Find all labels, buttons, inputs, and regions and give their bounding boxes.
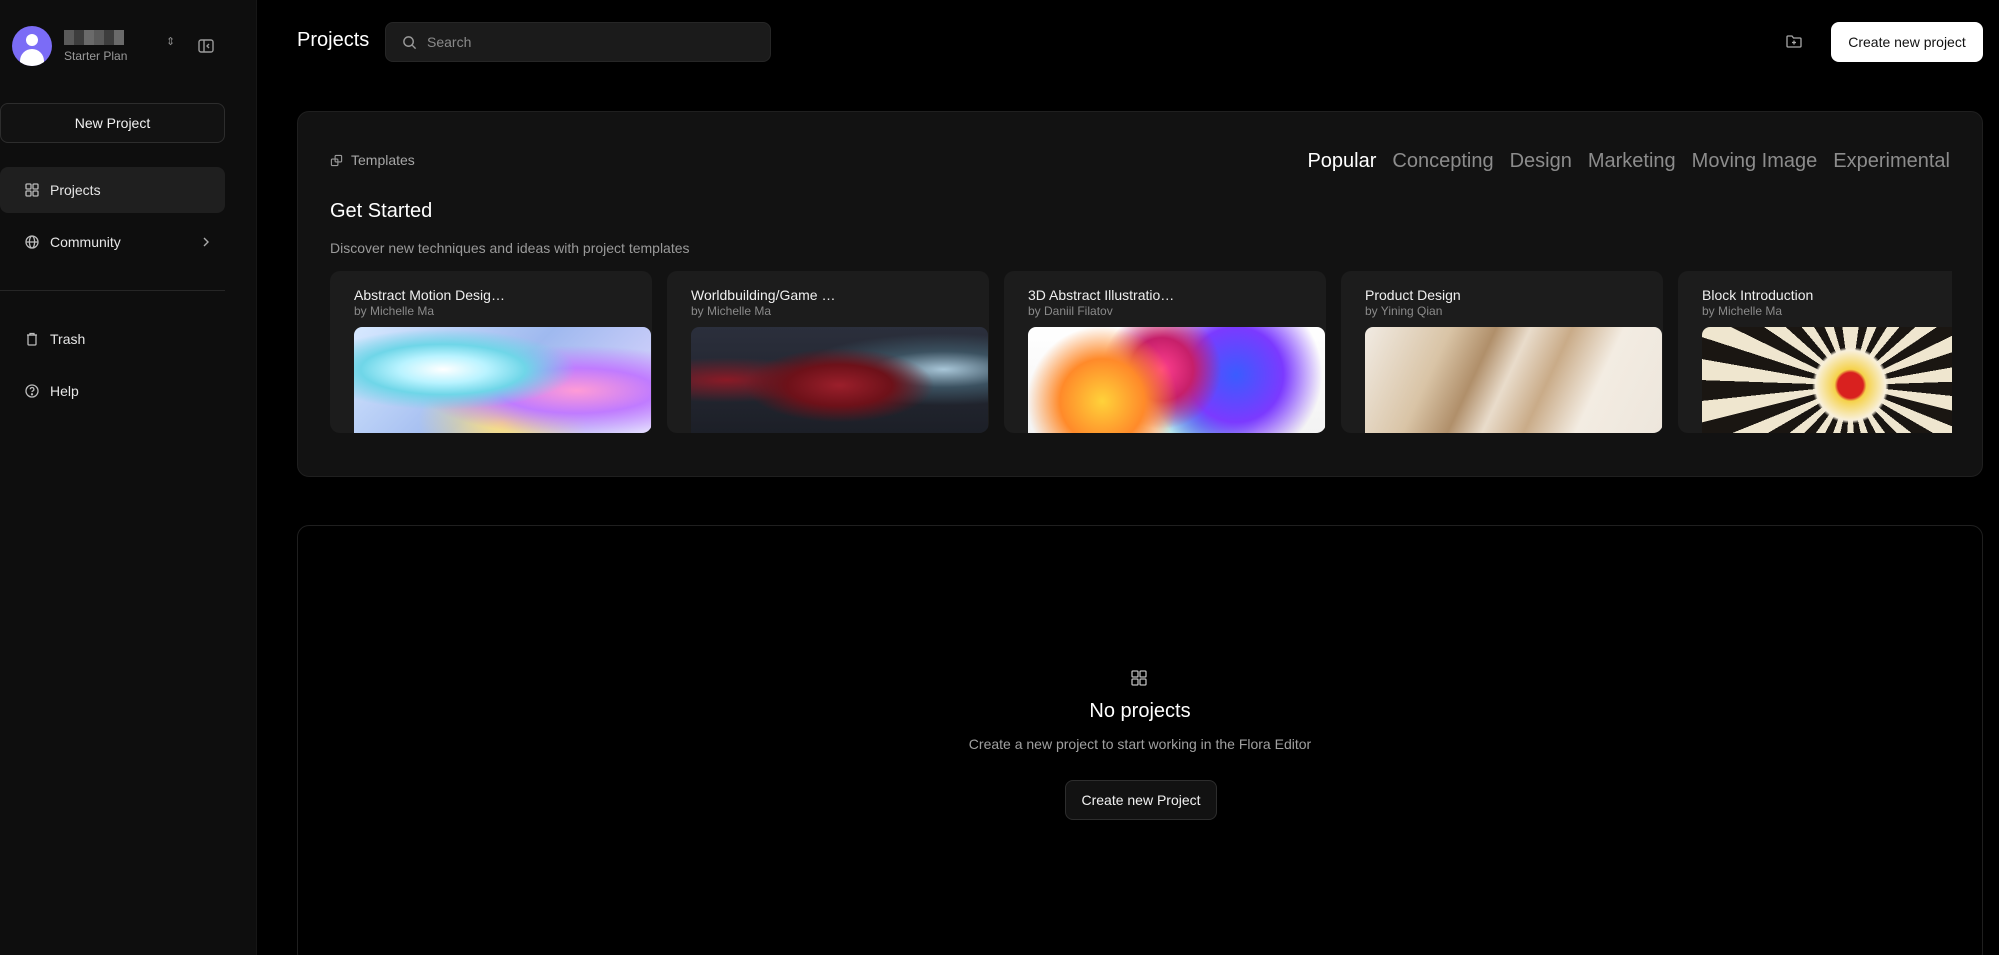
search-bar[interactable] (385, 22, 771, 62)
trash-icon (27, 332, 37, 346)
template-thumbnail (1365, 327, 1662, 433)
tab-concepting[interactable]: Concepting (1392, 150, 1493, 173)
template-card-title: Product Design (1365, 287, 1461, 303)
tab-marketing[interactable]: Marketing (1588, 150, 1676, 173)
sidebar-item-projects[interactable]: Projects (0, 167, 225, 213)
sidebar-divider (0, 290, 225, 291)
help-circle-icon (25, 384, 39, 398)
sidebar-item-label: Projects (50, 182, 101, 198)
tab-popular[interactable]: Popular (1307, 150, 1376, 173)
globe-icon (25, 235, 39, 249)
template-thumbnail (354, 327, 651, 433)
section-heading: Get Started (330, 200, 433, 222)
account-plan: Starter Plan (64, 48, 128, 63)
create-new-project-button[interactable]: Create new project (1831, 22, 1983, 62)
templates-icon (330, 154, 343, 166)
create-new-project-empty-button[interactable]: Create new Project (1065, 780, 1217, 820)
template-card-title: Block Introduction (1702, 287, 1814, 303)
projects-empty-state: No projects Create a new project to star… (297, 525, 1983, 955)
template-card-title: 3D Abstract Illustratio… (1028, 287, 1175, 303)
chevron-updown-icon[interactable]: ⇕ (166, 35, 175, 48)
search-icon (403, 35, 417, 49)
new-project-button[interactable]: New Project (0, 103, 225, 143)
template-card-author: by Michelle Ma (691, 304, 772, 318)
template-card-list: Abstract Motion Desig… by Michelle Ma Wo… (330, 271, 1952, 433)
grid-icon (1131, 670, 1147, 686)
sidebar-item-help[interactable]: Help (0, 368, 225, 414)
account-switcher[interactable]: Starter Plan ⇕ (12, 25, 247, 67)
new-folder-icon[interactable] (1785, 32, 1803, 50)
page-title: Projects (297, 29, 370, 51)
tab-design[interactable]: Design (1510, 150, 1572, 173)
sidebar: Starter Plan ⇕ New Project Projects Comm… (0, 0, 257, 955)
template-card-author: by Daniil Filatov (1028, 304, 1113, 318)
template-thumbnail (1702, 327, 1952, 433)
tab-experimental[interactable]: Experimental (1833, 150, 1950, 173)
sidebar-item-community[interactable]: Community (0, 219, 225, 265)
sidebar-item-label: Help (50, 383, 79, 399)
templates-panel: Templates Popular Concepting Design Mark… (297, 111, 1983, 477)
template-card-author: by Michelle Ma (1702, 304, 1783, 318)
template-thumbnail (1028, 327, 1325, 433)
templates-label: Templates (330, 152, 415, 168)
template-card[interactable]: Abstract Motion Desig… by Michelle Ma (330, 271, 652, 433)
sidebar-item-label: Trash (50, 331, 86, 347)
template-card-title: Abstract Motion Desig… (354, 287, 505, 303)
section-description: Discover new techniques and ideas with p… (330, 240, 690, 256)
sidebar-collapse-icon[interactable] (196, 36, 216, 56)
template-card-author: by Yining Qian (1365, 304, 1443, 318)
empty-state-description: Create a new project to start working in… (968, 736, 1312, 752)
grid-icon (25, 183, 39, 197)
template-card-title: Worldbuilding/Game … (691, 287, 836, 303)
template-card-author: by Michelle Ma (354, 304, 435, 318)
chevron-right-icon (203, 237, 209, 247)
sidebar-item-trash[interactable]: Trash (0, 316, 225, 362)
template-card[interactable]: Worldbuilding/Game … by Michelle Ma (667, 271, 989, 433)
template-thumbnail (691, 327, 988, 433)
template-card[interactable]: Block Introduction by Michelle Ma (1678, 271, 1952, 433)
sidebar-item-label: Community (50, 234, 121, 250)
avatar (12, 26, 52, 66)
template-category-tabs: Popular Concepting Design Marketing Movi… (1307, 150, 1950, 173)
empty-state-title: No projects (1089, 700, 1191, 722)
template-card[interactable]: 3D Abstract Illustratio… by Daniil Filat… (1004, 271, 1326, 433)
account-name-redacted (64, 29, 124, 45)
tab-moving-image[interactable]: Moving Image (1692, 150, 1818, 173)
search-input[interactable] (427, 34, 747, 50)
template-card[interactable]: Product Design by Yining Qian (1341, 271, 1663, 433)
